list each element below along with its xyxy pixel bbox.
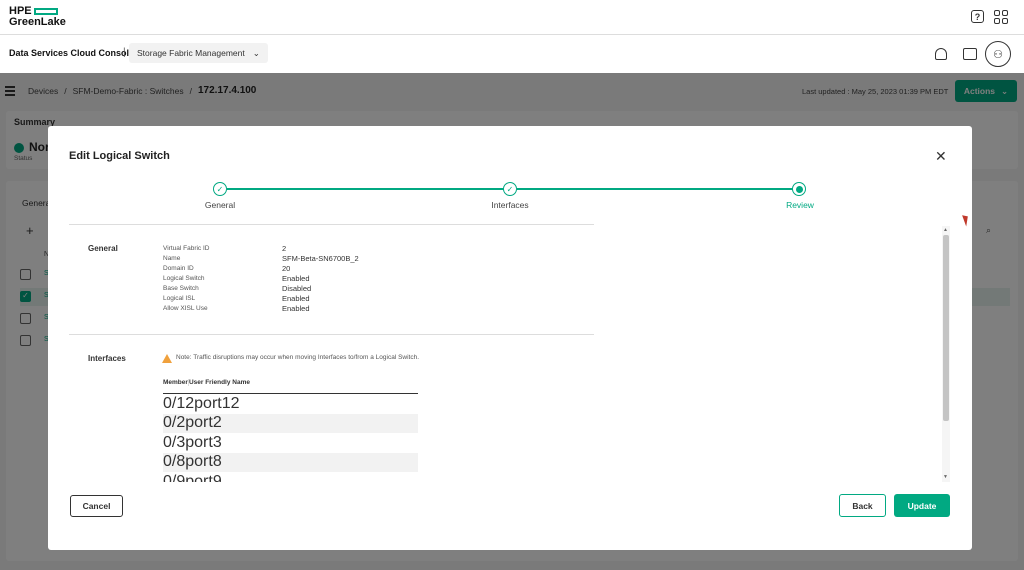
step-general-check-icon[interactable]: ✓ [213, 182, 227, 196]
top-bar: HPE GreenLake ? [0, 0, 1024, 35]
field-value-logical-switch: Enabled [282, 274, 310, 283]
update-button[interactable]: Update [894, 494, 950, 517]
hpe-greenlake-logo[interactable]: HPE GreenLake [9, 6, 66, 28]
cell-member: 0/8 [163, 453, 186, 471]
cell-member: 0/3 [163, 433, 186, 451]
divider [69, 224, 594, 225]
logo-bar-icon [33, 7, 58, 15]
step-label-general[interactable]: General [205, 200, 235, 210]
cell-member: 0/2 [163, 414, 186, 432]
field-label-allow-xisl-use: Allow XISL Use [163, 305, 208, 312]
column-header-member[interactable]: Member [163, 379, 188, 386]
table-row: 0/3 port3 [163, 433, 418, 453]
interfaces-section-heading: Interfaces [88, 354, 126, 363]
cell-user-friendly-name: port3 [185, 433, 222, 451]
interfaces-warning-note: Note: Traffic disruptions may occur when… [176, 354, 420, 361]
table-row: 0/8 port8 [163, 452, 418, 472]
modal-scrollbar-thumb[interactable] [943, 235, 949, 421]
step-label-review[interactable]: Review [786, 200, 814, 210]
apps-grid-icon[interactable] [994, 10, 1008, 24]
cancel-button[interactable]: Cancel [70, 495, 123, 517]
stepper-connector [227, 188, 509, 190]
field-label-logical-switch: Logical Switch [163, 275, 205, 282]
field-label-virtual-fabric-id: Virtual Fabric ID [163, 245, 210, 252]
general-section-heading: General [88, 244, 118, 253]
title-separator: | [123, 47, 126, 58]
table-header: Member User Friendly Name [163, 372, 418, 394]
column-header-user-friendly-name[interactable]: User Friendly Name [187, 379, 250, 386]
edit-logical-switch-modal: Edit Logical Switch ✕ ✓ ✓ General Interf… [48, 126, 972, 550]
field-value-name: SFM-Beta-SN6700B_2 [282, 254, 359, 263]
service-selector[interactable]: Storage Fabric Management ⌄ [129, 43, 268, 63]
scroll-up-arrow-icon[interactable]: ▲ [943, 227, 948, 233]
cell-user-friendly-name: port12 [194, 394, 240, 412]
service-selector-label: Storage Fabric Management [137, 48, 245, 58]
step-interfaces-check-icon[interactable]: ✓ [503, 182, 517, 196]
cell-user-friendly-name: port8 [185, 453, 222, 471]
help-icon[interactable]: ? [971, 10, 984, 23]
cell-member: 0/9 [163, 472, 186, 482]
cell-member: 0/12 [163, 394, 195, 412]
field-label-logical-isl: Logical ISL [163, 295, 196, 302]
logo-greenlake-text: GreenLake [9, 16, 66, 28]
news-feed-icon[interactable] [963, 48, 977, 60]
chevron-down-icon: ⌄ [252, 47, 260, 58]
close-icon[interactable]: ✕ [935, 148, 947, 165]
interfaces-table: Member User Friendly Name 0/12 port12 0/… [163, 372, 418, 482]
field-label-domain-id: Domain ID [163, 265, 194, 272]
field-value-base-switch: Disabled [282, 284, 312, 293]
user-avatar-icon[interactable]: ⚇ [985, 41, 1011, 67]
field-label-base-switch: Base Switch [163, 285, 199, 292]
divider [69, 334, 594, 335]
table-row: 0/2 port2 [163, 413, 418, 433]
table-row: 0/12 port12 [163, 394, 418, 414]
scroll-down-arrow-icon[interactable]: ▼ [943, 474, 948, 480]
back-button[interactable]: Back [839, 494, 886, 517]
field-value-domain-id: 20 [282, 264, 291, 273]
warning-icon [162, 354, 172, 363]
modal-title: Edit Logical Switch [69, 150, 170, 162]
cell-user-friendly-name: port2 [185, 414, 222, 432]
field-value-logical-isl: Enabled [282, 294, 310, 303]
field-value-allow-xisl-use: Enabled [282, 304, 310, 313]
field-label-name: Name [163, 255, 181, 262]
bell-icon[interactable] [935, 48, 947, 60]
table-row: 0/9 port9 [163, 472, 418, 482]
service-bar: Data Services Cloud Console | Storage Fa… [0, 35, 1024, 73]
step-label-interfaces[interactable]: Interfaces [491, 200, 528, 210]
stepper-connector [517, 188, 800, 190]
cell-user-friendly-name: port9 [185, 472, 222, 482]
field-value-virtual-fabric-id: 2 [282, 244, 287, 253]
step-review-active-icon[interactable] [792, 182, 806, 196]
console-title[interactable]: Data Services Cloud Console [9, 48, 134, 58]
